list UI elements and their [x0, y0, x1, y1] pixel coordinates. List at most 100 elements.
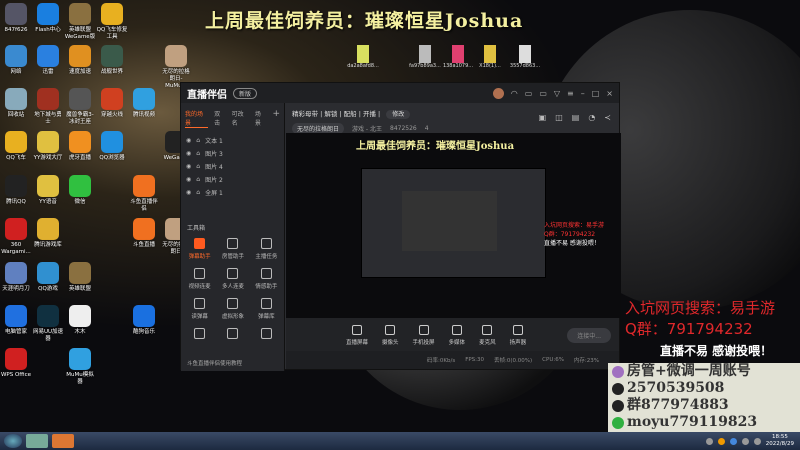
- desktop-icon[interactable]: 回收站: [0, 88, 32, 119]
- desktop-icon[interactable]: 腾讯QQ: [0, 175, 32, 206]
- desktop-icon[interactable]: 速度加速: [64, 45, 96, 76]
- network-icon[interactable]: [741, 437, 749, 445]
- tool-item[interactable]: 弹幕库: [250, 298, 283, 320]
- camera-button[interactable]: 摄像头: [382, 325, 399, 346]
- tray-icon[interactable]: [717, 437, 725, 445]
- desktop-icon[interactable]: 战舰世界: [96, 45, 128, 76]
- desktop-icon[interactable]: 腾讯视频: [128, 88, 160, 119]
- desktop-icon[interactable]: Flash中心: [32, 3, 64, 34]
- screen-icon[interactable]: ▭: [539, 89, 547, 98]
- headset-icon[interactable]: ◠: [511, 89, 518, 98]
- volume-icon[interactable]: [753, 437, 761, 445]
- tool-item[interactable]: 房管助手: [216, 238, 249, 260]
- tool-item[interactable]: 弹幕助手: [183, 238, 216, 260]
- desktop-icon[interactable]: 木木: [64, 305, 96, 336]
- desktop-icon[interactable]: 地下城与勇士: [32, 88, 64, 126]
- bell-icon[interactable]: ◔: [588, 113, 595, 122]
- desktop-icon[interactable]: 360 Wargami...: [0, 218, 32, 256]
- desktop-icon[interactable]: QQ浏览器: [96, 131, 128, 162]
- desktop-icon[interactable]: 魔兽争霸3-冰封王座: [64, 88, 96, 126]
- clock[interactable]: 18:55 2022/8/29: [766, 434, 794, 448]
- eye-icon[interactable]: ◉: [186, 150, 191, 157]
- desktop-icon[interactable]: 847f626: [0, 3, 32, 34]
- share-icon[interactable]: ≺: [604, 113, 611, 122]
- minimize-icon[interactable]: –: [581, 89, 585, 98]
- tool-item[interactable]: 多人连麦: [216, 268, 249, 290]
- desktop-icon[interactable]: QQ飞车: [0, 131, 32, 162]
- speaker-button[interactable]: 扬声器: [510, 325, 526, 346]
- desktop-file[interactable]: 3557d863...: [505, 45, 545, 69]
- desktop-icon[interactable]: 穿越火线: [96, 88, 128, 119]
- taskbar-app[interactable]: [52, 434, 74, 448]
- avatar[interactable]: [492, 87, 504, 99]
- menu-icon[interactable]: ≡: [567, 89, 574, 98]
- tool-item[interactable]: 主播任务: [250, 238, 283, 260]
- desktop-icon[interactable]: 电脑管家: [0, 305, 32, 336]
- desktop-icon[interactable]: 网易UU加速器: [32, 305, 64, 343]
- source-item[interactable]: ◉ ⌂ 图片 4: [181, 160, 284, 173]
- desktop-icon[interactable]: YY语音: [32, 175, 64, 206]
- screen-capture-button[interactable]: 直播屏幕: [346, 325, 368, 346]
- stream-preview[interactable]: 上周最佳饲养员：璀璨恒星Joshua 入坑网页搜索：易手游 Q群：79179423…: [286, 133, 621, 318]
- eye-icon[interactable]: ◉: [186, 163, 191, 170]
- source-item[interactable]: ◉ ⌂ 全屏 1: [181, 186, 284, 199]
- source-item[interactable]: ◉ ⌂ 文本 1: [181, 134, 284, 147]
- desktop-icon[interactable]: YY游戏大厅: [32, 131, 64, 162]
- desktop-icon[interactable]: QQ飞车修复工具: [96, 3, 128, 41]
- tool-item[interactable]: 虚拟形象: [216, 298, 249, 320]
- desktop-icon[interactable]: 虎牙直播: [64, 131, 96, 162]
- lock-icon[interactable]: ⌂: [196, 176, 200, 183]
- maximize-icon[interactable]: □: [592, 89, 600, 98]
- desktop-icon[interactable]: 英雄联盟: [64, 262, 96, 293]
- version-badge[interactable]: 新版: [233, 87, 258, 99]
- tool-item[interactable]: [216, 328, 249, 342]
- desktop-file[interactable]: X18(1)...: [470, 45, 510, 69]
- microphone-button[interactable]: 麦克风: [479, 325, 496, 346]
- desktop-icon[interactable]: QQ游戏: [32, 262, 64, 293]
- add-scene-button[interactable]: +: [272, 109, 280, 128]
- tab-my-scene[interactable]: 我的场景: [185, 109, 209, 128]
- tray-icon[interactable]: [729, 437, 737, 445]
- tool-item[interactable]: 读弹幕: [183, 298, 216, 320]
- desktop-icon[interactable]: 腾讯游戏库: [32, 218, 64, 249]
- lock-icon[interactable]: ⌂: [196, 163, 200, 170]
- lock-icon[interactable]: ⌂: [196, 150, 200, 157]
- skin-icon[interactable]: ▽: [554, 89, 560, 98]
- tool-item[interactable]: [250, 328, 283, 342]
- phone-cast-button[interactable]: 手机投屏: [413, 325, 435, 346]
- start-live-button[interactable]: 连接中...: [567, 328, 611, 343]
- eye-icon[interactable]: ◉: [186, 176, 191, 183]
- desktop-icon[interactable]: MuMu模拟器: [64, 348, 96, 386]
- message-icon[interactable]: ▭: [525, 89, 533, 98]
- desktop-icon[interactable]: 迅雷: [32, 45, 64, 76]
- desktop-icon[interactable]: 天涯明月刀: [0, 262, 32, 293]
- tool-item[interactable]: 情感助手: [250, 268, 283, 290]
- source-item[interactable]: ◉ ⌂ 图片 2: [181, 173, 284, 186]
- gift-icon[interactable]: ▣: [539, 113, 547, 122]
- lock-icon[interactable]: ⌂: [196, 137, 200, 144]
- media-button[interactable]: 多媒体: [449, 325, 465, 346]
- tutorial-link[interactable]: 斗鱼直播伴侣使用教程: [187, 359, 242, 367]
- desktop-file[interactable]: da2a8afd8...: [343, 45, 383, 69]
- desktop-icon[interactable]: 英雄联盟WeGame版: [64, 3, 96, 41]
- tray-icon[interactable]: [705, 437, 713, 445]
- tool-item[interactable]: [183, 328, 216, 342]
- eye-icon[interactable]: ◉: [186, 137, 191, 144]
- lock-icon[interactable]: ◫: [555, 113, 563, 122]
- tab-scene-2[interactable]: 双击: [214, 109, 226, 128]
- desktop-icon[interactable]: 酷狗音乐: [128, 305, 160, 336]
- desktop-icon[interactable]: 网络: [0, 45, 32, 76]
- eye-icon[interactable]: ◉: [186, 189, 191, 196]
- tab-scene-3[interactable]: 可改名: [232, 109, 249, 128]
- edit-title-button[interactable]: 修改: [386, 110, 411, 119]
- desktop-icon[interactable]: 微信: [64, 175, 96, 206]
- desktop-icon[interactable]: 斗鱼直播: [128, 218, 160, 249]
- desktop-icon[interactable]: 斗鱼直播伴侣: [128, 175, 160, 213]
- tool-item[interactable]: 视频连麦: [183, 268, 216, 290]
- taskbar-app[interactable]: [26, 434, 48, 448]
- close-icon[interactable]: ×: [606, 89, 613, 98]
- start-button[interactable]: [4, 434, 22, 448]
- box-icon[interactable]: ▤: [572, 113, 580, 122]
- lock-icon[interactable]: ⌂: [196, 189, 200, 196]
- tab-scene-4[interactable]: 场景: [255, 109, 267, 128]
